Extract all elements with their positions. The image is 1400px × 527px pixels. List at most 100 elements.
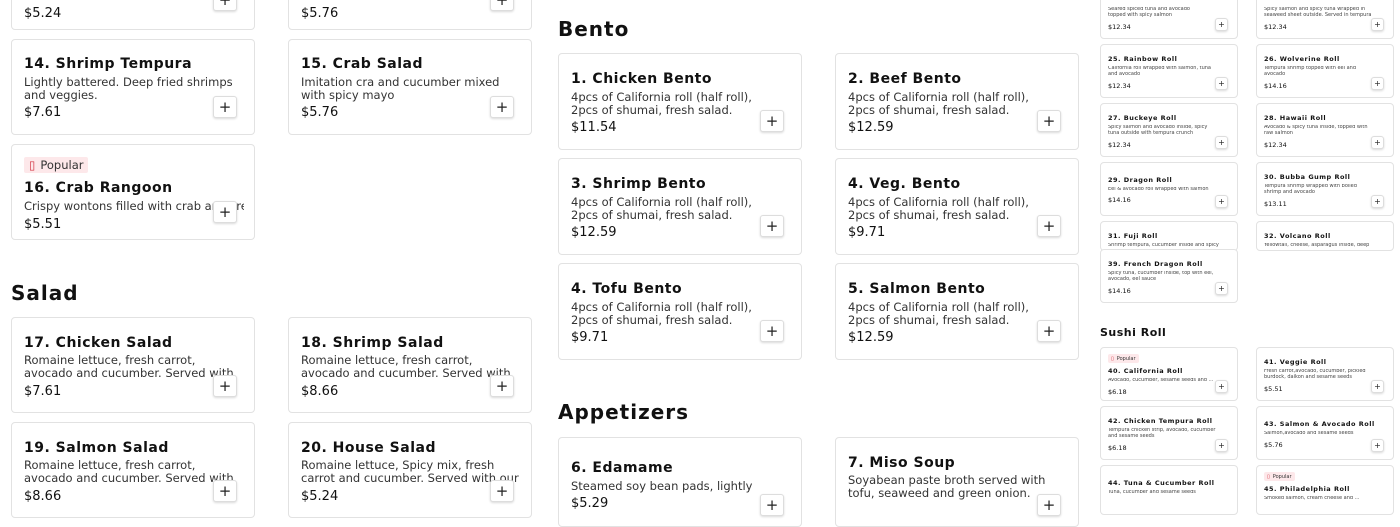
menu-item-card[interactable]: 26. Wolverine Roll Tempura shrimp topped…: [1256, 44, 1394, 98]
add-item-button[interactable]: +: [213, 96, 237, 118]
item-title: 42. Chicken Tempura Roll: [1108, 417, 1213, 425]
popular-badge: ▯ Popular: [1264, 472, 1295, 481]
item-description: Romaine lettuce, fresh carrot, avocado a…: [24, 354, 234, 381]
item-description: 4pcs of California roll (half roll), 2pc…: [571, 196, 752, 222]
add-item-button[interactable]: +: [1037, 110, 1061, 132]
item-price: $9.71: [571, 330, 609, 345]
plus-icon: +: [1374, 441, 1381, 450]
menu-item-card[interactable]: 27. Buckeye Roll Spicy salmon and avocad…: [1100, 103, 1238, 157]
section-heading-sushi-roll: Sushi Roll: [1100, 326, 1167, 339]
plus-icon: +: [1374, 382, 1381, 391]
add-item-button[interactable]: +: [760, 215, 784, 237]
add-item-button[interactable]: +: [490, 0, 514, 11]
menu-item-card[interactable]: 43. Salmon & Avocado Roll Salmon,avocado…: [1256, 406, 1394, 460]
item-title: 4. Tofu Bento: [571, 281, 683, 297]
add-item-button[interactable]: +: [490, 96, 514, 118]
menu-item-card[interactable]: 15. Crab Salad Imitation cra and cucumbe…: [288, 39, 532, 135]
item-description: 4pcs of California roll (half roll), 2pc…: [848, 196, 1029, 222]
plus-icon: +: [495, 98, 509, 116]
add-item-button[interactable]: +: [1215, 282, 1228, 295]
menu-item-card[interactable]: 5. Salmon Bento 4pcs of California roll …: [835, 263, 1079, 360]
item-description: Steamed soy bean pads, lightly salted: [571, 480, 753, 494]
item-price: $14.16: [1108, 196, 1131, 204]
menu-item-card[interactable]: 42. Chicken Tempura Roll Tempura chicken…: [1100, 406, 1238, 460]
item-price: $9.71: [848, 225, 886, 240]
item-price: $5.29: [571, 496, 609, 511]
menu-item-card[interactable]: 3. Shrimp Bento 4pcs of California roll …: [558, 158, 802, 255]
add-item-button[interactable]: +: [1215, 18, 1228, 31]
item-description: Avocado, cucumber, sesame seeds and ...: [1108, 378, 1214, 383]
fire-icon: ▯: [1267, 473, 1270, 480]
add-item-button[interactable]: +: [1371, 439, 1384, 452]
item-title: 2. Beef Bento: [848, 71, 962, 87]
menu-item-card[interactable]: 6. Edamame Steamed soy bean pads, lightl…: [558, 437, 802, 527]
item-title: 16. Crab Rangoon: [24, 180, 173, 196]
section-heading-appetizers: Appetizers: [558, 400, 690, 424]
item-title: 31. Fuji Roll: [1108, 232, 1158, 240]
add-item-button[interactable]: +: [213, 375, 237, 397]
plus-icon: +: [1042, 322, 1056, 340]
menu-item-card[interactable]: $5.24 +: [11, 0, 255, 30]
menu-item-card[interactable]: 28. Hawaii Roll Avocado & spicy tuna ins…: [1256, 103, 1394, 157]
menu-item-card[interactable]: 20. House Salad Romaine lettuce, Spicy m…: [288, 422, 532, 518]
plus-icon: +: [1218, 79, 1225, 88]
item-description: Lightly battered. Deep fried shrimps and…: [24, 76, 233, 103]
menu-item-card[interactable]: 7. Miso Soup Soyabean paste broth served…: [835, 437, 1079, 527]
menu-item-card[interactable]: ▯ Popular 45. Philadelphia Roll Smoked s…: [1256, 465, 1394, 515]
add-item-button[interactable]: +: [1371, 136, 1384, 149]
add-item-button[interactable]: +: [1215, 77, 1228, 90]
plus-icon: +: [765, 496, 779, 514]
menu-item-card[interactable]: 18. Shrimp Salad Romaine lettuce, fresh …: [288, 317, 532, 413]
menu-item-card[interactable]: ▯ Popular 16. Crab Rangoon Crispy wonton…: [11, 144, 255, 240]
item-price: $14.16: [1264, 82, 1287, 90]
menu-item-card[interactable]: Spicy salmon and spicy tuna wrapped in s…: [1256, 0, 1394, 39]
add-item-button[interactable]: +: [1215, 380, 1228, 393]
popular-label: Popular: [40, 158, 84, 172]
add-item-button[interactable]: +: [213, 480, 237, 502]
add-item-button[interactable]: +: [1371, 18, 1384, 31]
add-item-button[interactable]: +: [1037, 494, 1061, 516]
item-description: Romaine lettuce, fresh carrot, avocado a…: [24, 459, 234, 486]
menu-item-card[interactable]: 31. Fuji Roll Shrimp tempura, cucumber i…: [1100, 221, 1238, 251]
menu-item-card[interactable]: $5.76 +: [288, 0, 532, 30]
add-item-button[interactable]: +: [1215, 439, 1228, 452]
menu-item-card[interactable]: 14. Shrimp Tempura Lightly battered. Dee…: [11, 39, 255, 135]
item-description: Fresh carrot,avocado, cucumber, pickled …: [1264, 369, 1366, 380]
menu-item-card[interactable]: 30. Bubba Gump Roll Tempura shrimp wrapp…: [1256, 162, 1394, 216]
add-item-button[interactable]: +: [1215, 136, 1228, 149]
menu-item-card[interactable]: 4. Veg. Bento 4pcs of California roll (h…: [835, 158, 1079, 255]
menu-item-card[interactable]: 29. Dragon Roll Eel & avocado roll wrapp…: [1100, 162, 1238, 216]
add-item-button[interactable]: +: [760, 494, 784, 516]
add-item-button[interactable]: +: [490, 480, 514, 502]
item-title: 44. Tuna & Cucumber Roll: [1108, 479, 1215, 487]
menu-item-card[interactable]: 39. French Dragon Roll Spicy tuna, cucum…: [1100, 249, 1238, 303]
item-title: 26. Wolverine Roll: [1264, 55, 1340, 63]
item-price: $12.59: [571, 225, 617, 240]
menu-item-card[interactable]: 4. Tofu Bento 4pcs of California roll (h…: [558, 263, 802, 360]
add-item-button[interactable]: +: [1371, 195, 1384, 208]
add-item-button[interactable]: +: [490, 375, 514, 397]
popular-label: Popular: [1272, 473, 1292, 480]
add-item-button[interactable]: +: [760, 110, 784, 132]
menu-item-card[interactable]: 19. Salmon Salad Romaine lettuce, fresh …: [11, 422, 255, 518]
menu-item-card[interactable]: 2. Beef Bento 4pcs of California roll (h…: [835, 53, 1079, 150]
add-item-button[interactable]: +: [1215, 195, 1228, 208]
add-item-button[interactable]: +: [1371, 77, 1384, 90]
menu-item-card[interactable]: 44. Tuna & Cucumber Roll Tuna, cucumber …: [1100, 465, 1238, 515]
add-item-button[interactable]: +: [213, 0, 237, 11]
menu-item-card[interactable]: 17. Chicken Salad Romaine lettuce, fresh…: [11, 317, 255, 413]
plus-icon: +: [1374, 138, 1381, 147]
item-description: Yellowtail, cheese, asparagus inside, de…: [1264, 243, 1370, 248]
add-item-button[interactable]: +: [760, 320, 784, 342]
menu-item-card[interactable]: 25. Rainbow Roll California roll wrapped…: [1100, 44, 1238, 98]
add-item-button[interactable]: +: [1037, 320, 1061, 342]
menu-item-card[interactable]: ▯ Popular 40. California Roll Avocado, c…: [1100, 347, 1238, 401]
add-item-button[interactable]: +: [1037, 215, 1061, 237]
plus-icon: +: [1374, 79, 1381, 88]
add-item-button[interactable]: +: [1371, 380, 1384, 393]
add-item-button[interactable]: +: [213, 201, 237, 223]
menu-item-card[interactable]: 1. Chicken Bento 4pcs of California roll…: [558, 53, 802, 150]
menu-item-card[interactable]: 41. Veggie Roll Fresh carrot,avocado, cu…: [1256, 347, 1394, 401]
menu-item-card[interactable]: 32. Volcano Roll Yellowtail, cheese, asp…: [1256, 221, 1394, 251]
menu-item-card[interactable]: Seared spiced tuna and avocado topped wi…: [1100, 0, 1238, 39]
